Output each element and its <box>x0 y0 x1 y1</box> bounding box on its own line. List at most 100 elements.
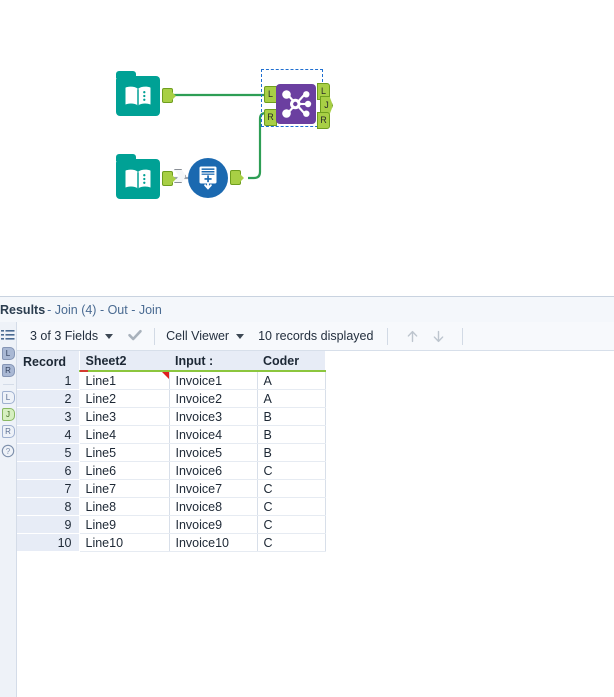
cell-sheet2[interactable]: Line3 <box>79 407 170 426</box>
cell-input[interactable]: Invoice2 <box>169 389 258 408</box>
table-row[interactable]: 9 Line9 Invoice9 C <box>17 515 326 534</box>
cell-input[interactable]: Invoice6 <box>169 461 258 480</box>
cell-sheet2[interactable]: Line8 <box>79 497 170 516</box>
help-icon[interactable]: ? <box>1 444 15 458</box>
checkmark-icon[interactable] <box>127 327 143 346</box>
input-data-tool-body[interactable] <box>116 71 160 116</box>
table-row[interactable]: 4 Line4 Invoice4 B <box>17 425 326 444</box>
rail-badge-r-bottom[interactable]: R <box>1 425 15 438</box>
rail-badge-r-top[interactable]: R <box>1 364 15 377</box>
cell-coder[interactable]: C <box>257 497 326 516</box>
results-grid[interactable]: Record Sheet2 Input : Coder 1 Line1 Invo… <box>17 351 614 697</box>
results-table: Record Sheet2 Input : Coder 1 Line1 Invo… <box>17 351 326 552</box>
table-row[interactable]: 10 Line10 Invoice10 C <box>17 533 326 552</box>
results-body: L R L J R ? 3 of 3 Fields Cell Viewer 10… <box>0 322 614 697</box>
cell-input[interactable]: Invoice7 <box>169 479 258 498</box>
cell-sheet2[interactable]: Line5 <box>79 443 170 462</box>
cell-sheet2[interactable]: Line9 <box>79 515 170 534</box>
cell-sheet2[interactable]: Line10 <box>79 533 170 552</box>
rail-badge-l-bottom[interactable]: L <box>1 391 15 404</box>
input-data-tool-body[interactable] <box>116 154 160 199</box>
table-row[interactable]: 6 Line6 Invoice6 C <box>17 461 326 480</box>
arrow-up-icon[interactable] <box>399 329 425 344</box>
cell-sheet2[interactable]: Line1 <box>79 371 170 390</box>
table-row[interactable]: 5 Line5 Invoice5 B <box>17 443 326 462</box>
table-row[interactable]: 7 Line7 Invoice7 C <box>17 479 326 498</box>
chevron-down-icon[interactable] <box>236 333 245 339</box>
workflow-canvas[interactable]: L R L J R <box>0 0 614 296</box>
cell-coder[interactable]: C <box>257 533 326 552</box>
join-output-anchor-r[interactable]: R <box>317 112 330 129</box>
cell-sheet2[interactable]: Line6 <box>79 461 170 480</box>
book-icon <box>125 86 151 106</box>
cell-input[interactable]: Invoice9 <box>169 515 258 534</box>
cell-input[interactable]: Invoice5 <box>169 443 258 462</box>
table-header-row: Record Sheet2 Input : Coder <box>17 351 325 372</box>
fields-label: 3 of 3 Fields <box>30 329 99 343</box>
toolbar-divider <box>154 327 156 345</box>
cell-input[interactable]: Invoice4 <box>169 425 258 444</box>
join-tool-body[interactable] <box>276 84 316 124</box>
arrow-down-icon[interactable] <box>425 329 451 344</box>
cell-viewer-selector[interactable]: Cell Viewer <box>166 329 245 343</box>
rail-badge-j-bottom[interactable]: J <box>1 408 15 421</box>
cell-input[interactable]: Invoice1 <box>169 371 258 390</box>
results-panel: Results - Join (4) - Out - Join L R L J … <box>0 296 614 697</box>
cell-record: 6 <box>17 461 80 480</box>
output-anchor-input1[interactable] <box>162 88 176 103</box>
rail-divider <box>2 384 14 385</box>
results-main: 3 of 3 Fields Cell Viewer 10 records dis… <box>17 322 614 697</box>
cell-record: 1 <box>17 371 80 390</box>
cell-coder[interactable]: C <box>257 461 326 480</box>
cell-coder[interactable]: B <box>257 407 326 426</box>
cell-record: 7 <box>17 479 80 498</box>
column-header-sheet2[interactable]: Sheet2 <box>79 351 169 372</box>
toolbar-divider-2 <box>387 327 389 345</box>
output-anchor-union[interactable] <box>230 170 244 185</box>
results-toolbar: 3 of 3 Fields Cell Viewer 10 records dis… <box>17 322 614 351</box>
toolbar-divider-3 <box>462 327 464 345</box>
cell-sheet2[interactable]: Line4 <box>79 425 170 444</box>
records-displayed-label: 10 records displayed <box>258 329 374 343</box>
fields-selector[interactable]: 3 of 3 Fields <box>30 329 114 343</box>
cell-coder[interactable]: A <box>257 371 326 390</box>
column-header-record[interactable]: Record <box>17 351 80 371</box>
union-tool-body[interactable] <box>188 158 228 198</box>
connection-layer <box>172 93 270 180</box>
cell-coder[interactable]: A <box>257 389 326 408</box>
cell-input[interactable]: Invoice8 <box>169 497 258 516</box>
table-row[interactable]: 3 Line3 Invoice3 B <box>17 407 326 426</box>
svg-text:?: ? <box>6 447 11 456</box>
cell-coder[interactable]: B <box>257 443 326 462</box>
results-breadcrumb: - Join (4) - Out - Join <box>47 302 162 317</box>
cell-coder[interactable]: C <box>257 479 326 498</box>
chevron-down-icon[interactable] <box>105 333 114 339</box>
node-union-tool[interactable] <box>174 158 244 198</box>
cell-sheet2[interactable]: Line7 <box>79 479 170 498</box>
cell-coder[interactable]: C <box>257 515 326 534</box>
cell-record: 10 <box>17 533 80 552</box>
cell-record: 4 <box>17 425 80 444</box>
node-input-data-2[interactable] <box>116 154 176 199</box>
union-icon <box>199 166 217 190</box>
table-row[interactable]: 1 Line1 Invoice1 A <box>17 371 326 390</box>
cell-viewer-label: Cell Viewer <box>166 329 230 343</box>
cell-input[interactable]: Invoice10 <box>169 533 258 552</box>
rail-badge-l-top[interactable]: L <box>1 347 15 360</box>
cell-sheet2[interactable]: Line2 <box>79 389 170 408</box>
table-row[interactable]: 2 Line2 Invoice2 A <box>17 389 326 408</box>
cell-coder[interactable]: B <box>257 425 326 444</box>
alteryx-designer-window: L R L J R Results - Join (4) - Out - Joi… <box>0 0 614 697</box>
results-title-bar: Results - Join (4) - Out - Join <box>0 297 614 322</box>
cell-input[interactable]: Invoice3 <box>169 407 258 426</box>
cell-record: 5 <box>17 443 80 462</box>
table-body: 1 Line1 Invoice1 A 2 Line2 Invoice2 A 3 … <box>17 371 326 552</box>
book-icon <box>125 169 151 189</box>
output-anchor-input2[interactable] <box>162 171 176 186</box>
table-row[interactable]: 8 Line8 Invoice8 C <box>17 497 326 516</box>
node-input-data-1[interactable] <box>116 71 176 116</box>
cell-record: 2 <box>17 389 80 408</box>
column-header-input[interactable]: Input : <box>169 351 257 372</box>
list-icon[interactable] <box>1 328 15 342</box>
column-header-coder[interactable]: Coder <box>257 351 325 372</box>
